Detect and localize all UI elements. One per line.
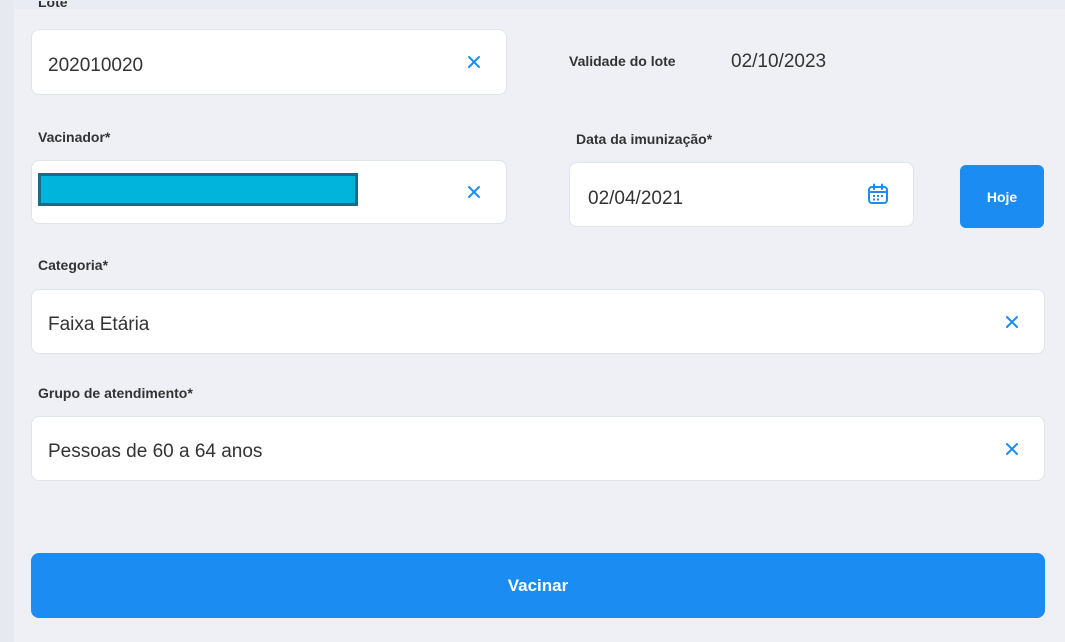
grupo-atendimento-value: Pessoas de 60 a 64 anos bbox=[48, 441, 263, 462]
hoje-button[interactable]: Hoje bbox=[960, 165, 1044, 228]
categoria-field[interactable]: Faixa Etária bbox=[31, 289, 1045, 354]
vacinador-field[interactable] bbox=[31, 160, 507, 224]
data-imunizacao-value: 02/04/2021 bbox=[588, 188, 684, 209]
vacinar-button[interactable]: Vacinar bbox=[31, 553, 1045, 618]
grupo-atendimento-label: Grupo de atendimento* bbox=[38, 385, 193, 401]
categoria-value: Faixa Etária bbox=[48, 314, 150, 335]
grupo-atendimento-field[interactable]: Pessoas de 60 a 64 anos bbox=[31, 416, 1045, 481]
lote-field[interactable]: 202010020 bbox=[31, 29, 507, 95]
vacinador-redacted-value bbox=[38, 173, 358, 206]
close-icon[interactable] bbox=[1004, 441, 1020, 457]
data-imunizacao-field[interactable]: 02/04/2021 bbox=[569, 162, 914, 227]
close-icon[interactable] bbox=[466, 54, 482, 70]
lote-label: Lote bbox=[38, 0, 68, 10]
validade-label: Validade do lote bbox=[569, 53, 676, 69]
vacinador-label: Vacinador* bbox=[38, 129, 111, 145]
data-imunizacao-label: Data da imunização* bbox=[576, 131, 713, 147]
close-icon[interactable] bbox=[466, 184, 482, 200]
close-icon[interactable] bbox=[1004, 314, 1020, 330]
calendar-icon[interactable] bbox=[867, 183, 889, 205]
categoria-label: Categoria* bbox=[38, 257, 109, 273]
top-bar-strip bbox=[0, 0, 1065, 9]
left-sidebar-strip bbox=[0, 0, 14, 642]
validade-value: 02/10/2023 bbox=[731, 51, 827, 72]
lote-value: 202010020 bbox=[48, 55, 144, 76]
